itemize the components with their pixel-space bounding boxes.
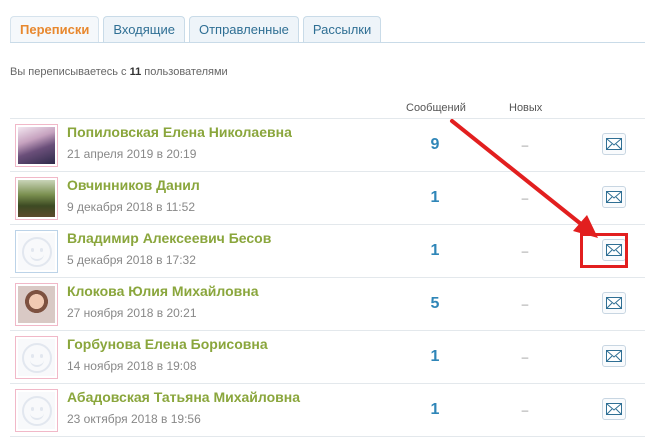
- annotation-highlight-box: [580, 233, 628, 268]
- annotation-arrow: [450, 119, 598, 238]
